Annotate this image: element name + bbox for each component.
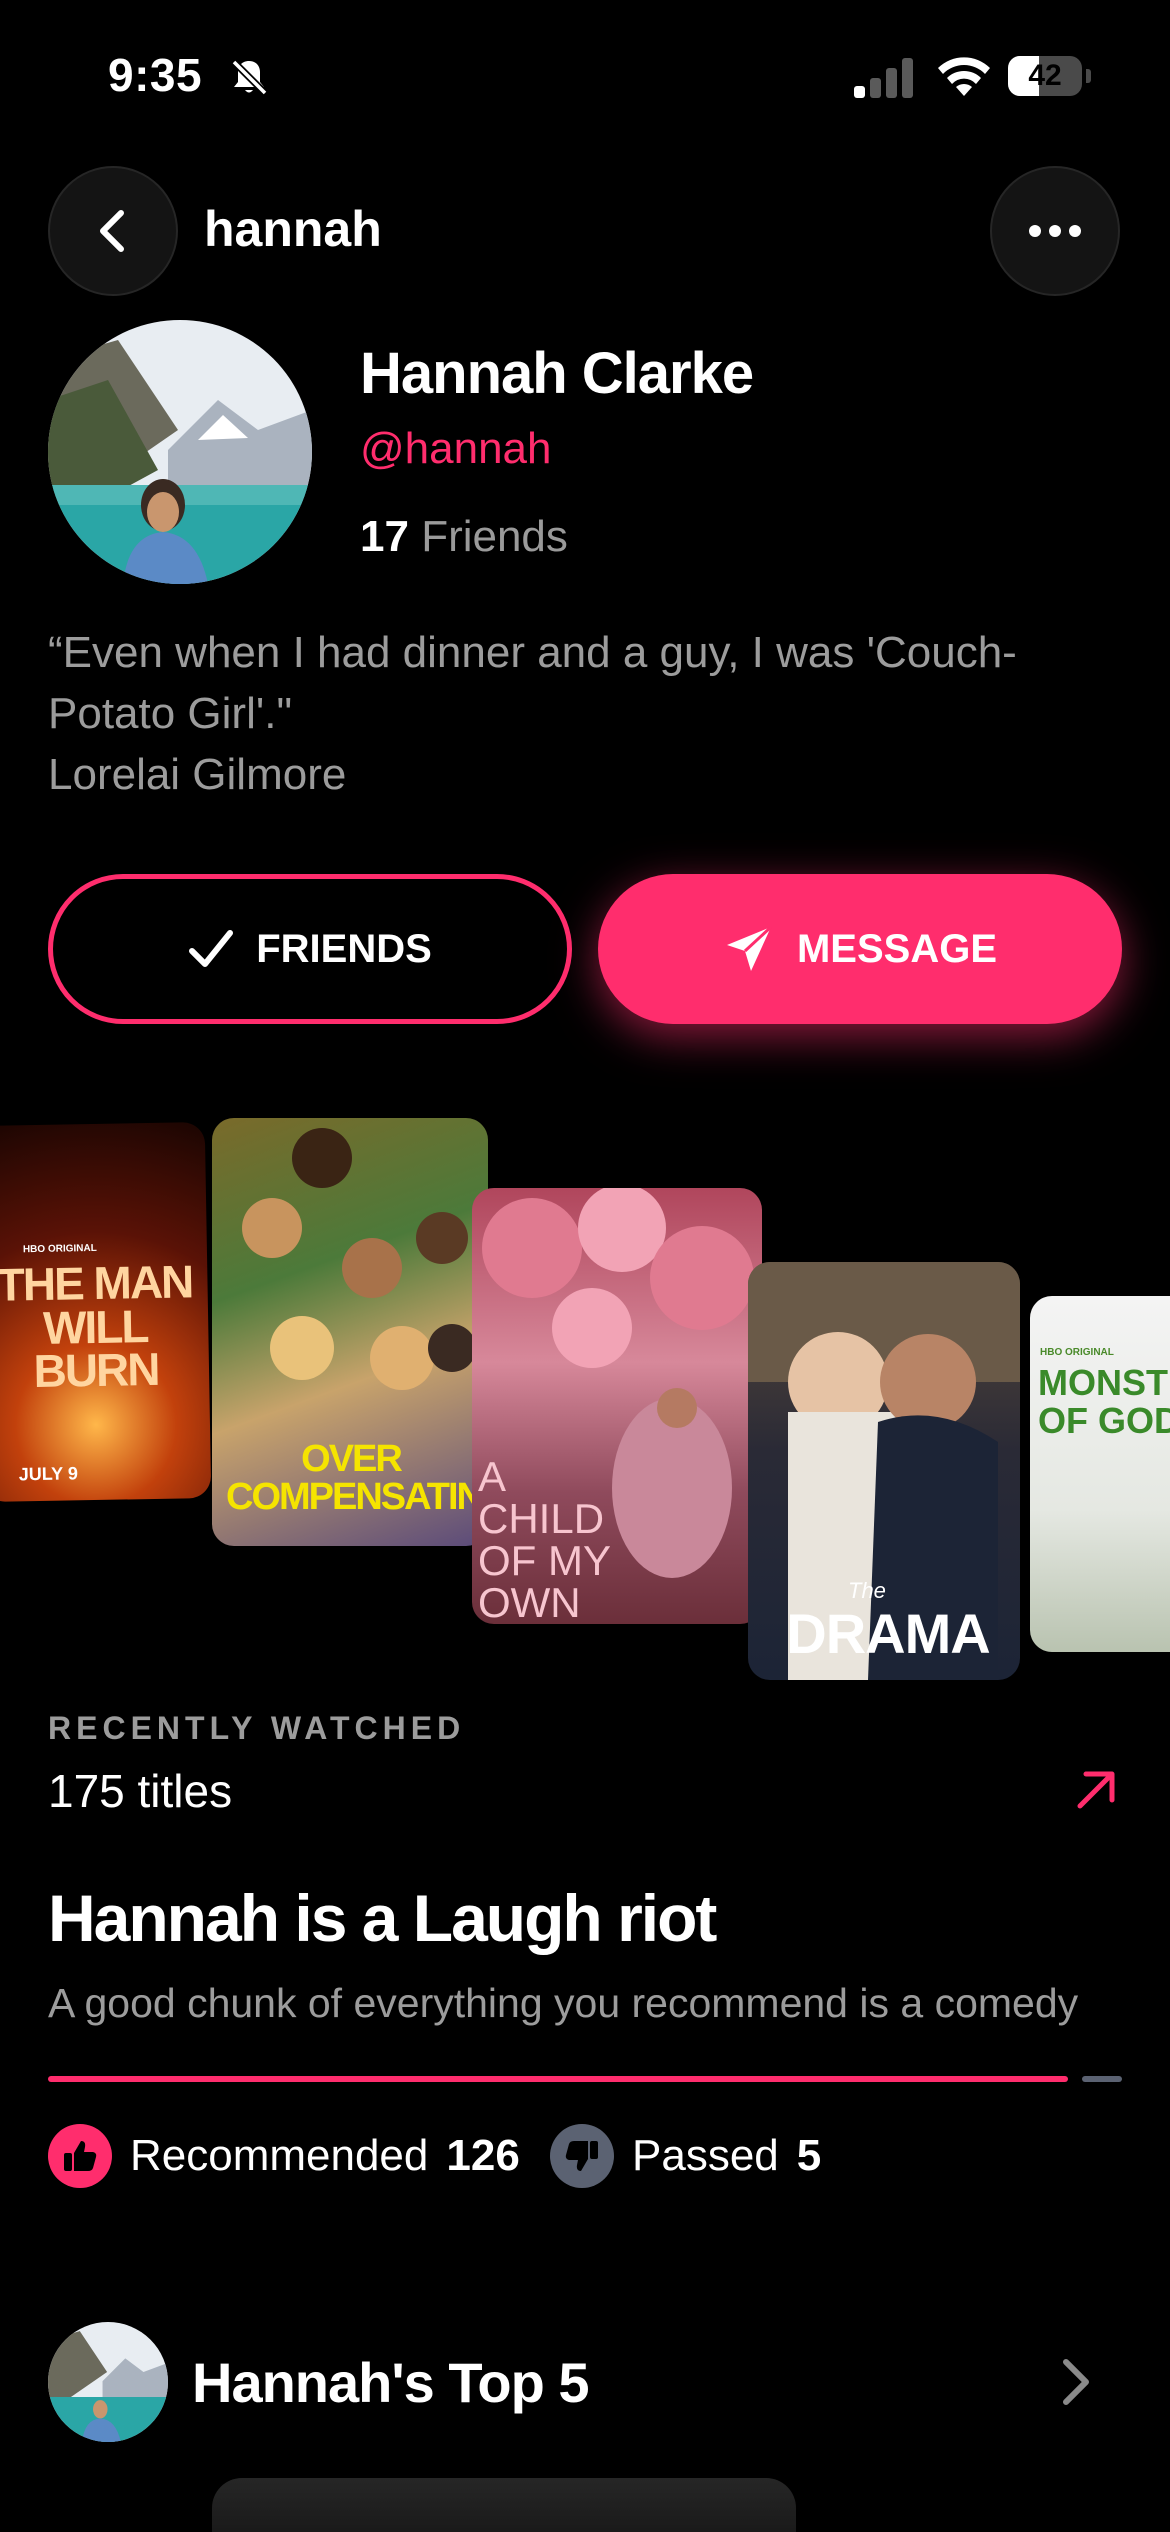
friends-button[interactable]: FRIENDS: [48, 874, 572, 1024]
bio-line: “Even when I had dinner and a guy, I was…: [48, 628, 1017, 677]
top5-first-card[interactable]: [212, 2478, 796, 2532]
friends-count-link[interactable]: 17 Friends: [360, 512, 568, 562]
poster-a-child-of-my-own[interactable]: A CHILD OF MY OWN: [472, 1188, 762, 1624]
header-username: hannah: [204, 201, 382, 257]
profile-name: Hannah Clarke: [360, 341, 754, 406]
poster-title: MONSTE OF GOD: [1038, 1362, 1170, 1441]
wifi-icon: [938, 57, 990, 96]
ellipsis-icon: [1029, 225, 1081, 237]
recently-watched-label: RECENTLY WATCHED: [48, 1710, 466, 1746]
poster-monsters-of-god[interactable]: HBO ORIGINAL MONSTE OF GOD: [1030, 1296, 1170, 1652]
insight-subtitle: A good chunk of everything you recommend…: [48, 1980, 1079, 2026]
message-button[interactable]: MESSAGE: [598, 874, 1122, 1024]
friends-label: Friends: [421, 512, 568, 561]
profile-bio: “Even when I had dinner and a guy, I was…: [48, 622, 1128, 805]
paper-plane-icon: [726, 925, 772, 971]
poster-brand: HBO ORIGINAL: [1040, 1347, 1114, 1358]
friends-count: 17: [360, 512, 409, 561]
message-button-label: MESSAGE: [796, 926, 998, 971]
checkmark-icon: [189, 930, 234, 967]
passed-label: Passed: [632, 2131, 779, 2180]
poster-title: A CHILD OF MY OWN: [478, 1453, 611, 1624]
top5-avatar: [48, 2322, 168, 2442]
insight-title: Hannah is a Laugh riot: [48, 1881, 717, 1955]
recommended-label: Recommended: [130, 2131, 429, 2180]
ratio-recommended-segment: [48, 2076, 1068, 2082]
poster-the-man-will-burn[interactable]: HBO ORIGINAL THE MAN WILL BURN JULY 9: [0, 1122, 212, 1502]
battery-icon: 42: [1008, 56, 1091, 96]
bell-slash-icon: [231, 59, 268, 96]
poster-title: OVER COMPENSATING: [226, 1438, 488, 1518]
back-button[interactable]: [48, 166, 178, 296]
profile-handle: @hannah: [360, 424, 552, 473]
ratio-passed-segment: [1081, 2076, 1122, 2082]
passed-stat[interactable]: Passed 5: [550, 2124, 821, 2188]
chevron-left-icon: [100, 210, 124, 252]
poster-prefix: The: [848, 1578, 886, 1603]
bio-line: Lorelai Gilmore: [48, 750, 347, 799]
passed-value: 5: [796, 2131, 822, 2180]
profile-avatar[interactable]: [48, 320, 312, 584]
poster-brand: HBO ORIGINAL: [22, 1242, 97, 1256]
status-time: 9:35: [108, 49, 203, 101]
bio-line: Potato Girl'.": [48, 689, 293, 738]
poster-overcompensating[interactable]: OVER COMPENSATING: [212, 1118, 488, 1546]
titles-count: 175 titles: [48, 1765, 233, 1817]
chevron-right-icon[interactable]: [1054, 2354, 1098, 2410]
thumbs-down-icon: [550, 2124, 614, 2188]
poster-the-drama[interactable]: The DRAMA: [748, 1262, 1020, 1680]
signal-icon: [854, 58, 913, 98]
friends-button-label: FRIENDS: [256, 926, 432, 971]
status-bar: 9:35 42: [0, 0, 1170, 150]
top5-title[interactable]: Hannah's Top 5: [192, 2350, 590, 2415]
battery-level: 42: [1028, 59, 1062, 92]
arrow-up-right-icon[interactable]: [1070, 1764, 1122, 1816]
poster-title: DRAMA: [786, 1602, 990, 1665]
recommend-ratio-bar: [48, 2076, 1122, 2082]
recommended-value: 126: [446, 2131, 520, 2180]
more-options-button[interactable]: [990, 166, 1120, 296]
thumbs-up-icon: [48, 2124, 112, 2188]
poster-title: THE MAN WILL BURN: [0, 1255, 193, 1398]
poster-footer: JULY 9: [18, 1463, 79, 1485]
recommended-stat[interactable]: Recommended 126: [48, 2124, 520, 2188]
